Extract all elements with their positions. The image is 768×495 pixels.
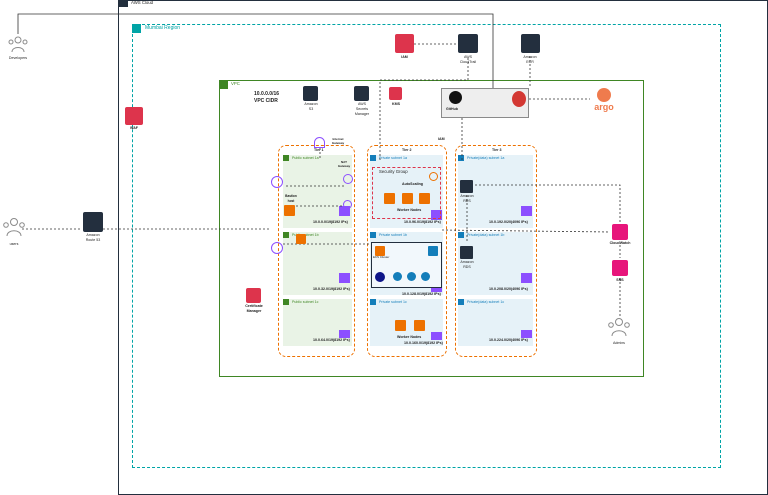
route53-icon — [83, 212, 103, 232]
internet-gateway-icon — [314, 137, 325, 148]
cloudwatch-icon — [612, 224, 628, 240]
kms-label: KMS — [392, 102, 400, 106]
load-balancer-icon — [271, 176, 283, 188]
argo-icon — [597, 88, 611, 102]
waf-icon — [125, 107, 143, 125]
iam-icon — [395, 34, 414, 53]
load-balancer-icon — [271, 242, 283, 254]
github-icon — [449, 91, 462, 104]
argo-label: argo — [594, 102, 614, 112]
cloudtrail-icon — [458, 34, 478, 53]
ec2-icon — [402, 193, 413, 204]
nat-label-2: Gateway — [337, 164, 351, 168]
ec2-icon — [395, 320, 406, 331]
secrets-manager-icon — [354, 86, 369, 101]
bastion-ec2-icon — [284, 205, 295, 216]
ec2-icon — [375, 246, 385, 256]
s3-icon — [303, 86, 318, 101]
rds-icon — [460, 180, 473, 193]
cloudwatch-label: CloudWatch — [609, 241, 631, 245]
s3-label-2: S3 — [308, 107, 314, 111]
users-label: users — [9, 242, 19, 246]
iam-mid-label: IAM — [438, 137, 445, 141]
developers-icon — [8, 36, 28, 53]
admins-label: Admins — [613, 341, 625, 345]
github-label: GitHub — [446, 107, 458, 111]
nat-gateway-icon — [343, 174, 353, 184]
pod-icon — [393, 272, 402, 281]
igw-label-2: Gateway — [331, 141, 345, 145]
sns-label: SNS — [616, 278, 624, 282]
rds-a-label-2: RDS — [463, 199, 471, 203]
developers-label: Developers — [8, 56, 28, 60]
ecr-label-2: ECR — [526, 60, 534, 64]
jenkins-icon — [512, 91, 526, 107]
ec2-icon — [296, 234, 306, 244]
kms-icon — [389, 87, 402, 100]
users-icon — [3, 218, 25, 237]
admins-icon — [608, 318, 630, 337]
rds-b-label-2: RDS — [463, 265, 471, 269]
cert-label-2: Manager — [246, 309, 262, 313]
sns-icon — [612, 260, 628, 276]
iam-label: IAM — [401, 55, 408, 59]
waf-label: WAF — [130, 126, 138, 130]
helm-icon — [375, 272, 385, 282]
bastion-label-2: host — [287, 199, 295, 203]
ec2-icon — [419, 193, 430, 204]
ec2-icon — [428, 246, 438, 256]
ec2-icon — [384, 193, 395, 204]
autoscaling-icon — [429, 172, 438, 181]
certificate-manager-icon — [246, 288, 261, 303]
route53-label-2: Route 53 — [85, 238, 101, 242]
ecr-icon — [521, 34, 540, 53]
router-icon — [343, 200, 352, 209]
pod-icon — [421, 272, 430, 281]
cloudtrail-label-2: CloudTrail — [459, 60, 477, 64]
bastion-label-1: Bastion — [285, 194, 297, 198]
ec2-icon — [414, 320, 425, 331]
rds-icon — [460, 246, 473, 259]
secrets-label-3: Manager — [354, 112, 370, 116]
pod-icon — [407, 272, 416, 281]
